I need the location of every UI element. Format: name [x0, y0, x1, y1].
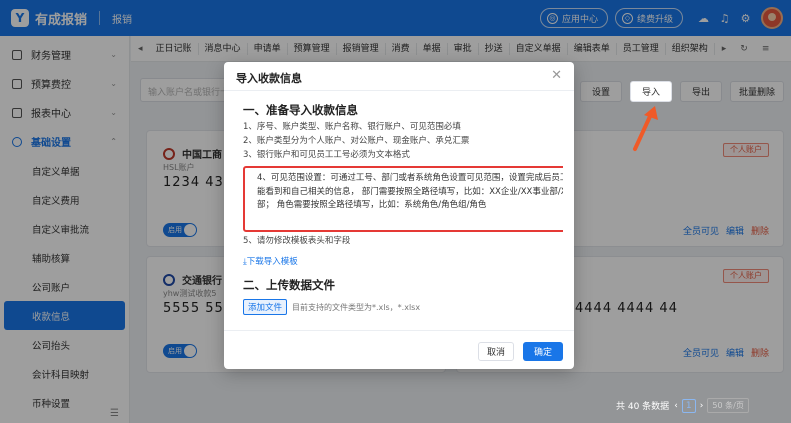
- page-size-select[interactable]: 50 条/页: [707, 398, 749, 413]
- total-count: 共 40 条数据: [616, 402, 670, 412]
- prev-page-icon[interactable]: ‹: [674, 401, 678, 411]
- download-label: 下载导入模板: [246, 257, 298, 267]
- next-page-icon[interactable]: ›: [700, 401, 704, 411]
- annotation-arrow-icon: [633, 106, 658, 151]
- instruction-line: 5、请勿修改模板表头和字段: [243, 236, 351, 246]
- dialog-title: 导入收款信息: [236, 72, 302, 85]
- confirm-button[interactable]: 确定: [523, 342, 563, 361]
- pagination: 共 40 条数据 ‹ 1 › 50 条/页: [616, 398, 749, 413]
- download-template-link[interactable]: ⤓下载导入模板: [243, 255, 563, 267]
- file-upload-row: 添加文件 目前支持的文件类型为*.xls，*.xlsx: [243, 299, 563, 315]
- divider: [224, 90, 574, 91]
- page-number[interactable]: 1: [681, 398, 696, 413]
- section-heading-upload: 二、上传数据文件: [243, 278, 335, 292]
- close-icon[interactable]: ✕: [551, 68, 562, 83]
- highlighted-instruction: 4、可见范围设置：可通过工号、部门或者系统角色设置可见范围，设置完成后员工只能看…: [243, 166, 563, 232]
- section-heading-prepare: 一、准备导入收款信息: [243, 103, 358, 117]
- add-file-button[interactable]: 添加文件: [243, 299, 288, 315]
- instruction-line: 1、序号、账户类型、账户名称、银行账户、可见范围必填: [243, 122, 461, 132]
- import-button-highlight[interactable]: 导入: [630, 81, 672, 102]
- divider: [224, 330, 574, 331]
- file-type-hint: 目前支持的文件类型为*.xls，*.xlsx: [292, 302, 421, 312]
- instruction-line: 3、银行账户和可见员工工号必须为文本格式: [243, 150, 410, 160]
- cancel-button[interactable]: 取消: [478, 342, 514, 361]
- instruction-line: 2、账户类型分为个人账户、对公账户、现金账户、承兑汇票: [243, 136, 470, 146]
- dialog-body: 一、准备导入收款信息 1、序号、账户类型、账户名称、银行账户、可见范围必填 2、…: [243, 102, 563, 322]
- import-dialog: 导入收款信息 ✕ 一、准备导入收款信息 1、序号、账户类型、账户名称、银行账户、…: [224, 62, 574, 369]
